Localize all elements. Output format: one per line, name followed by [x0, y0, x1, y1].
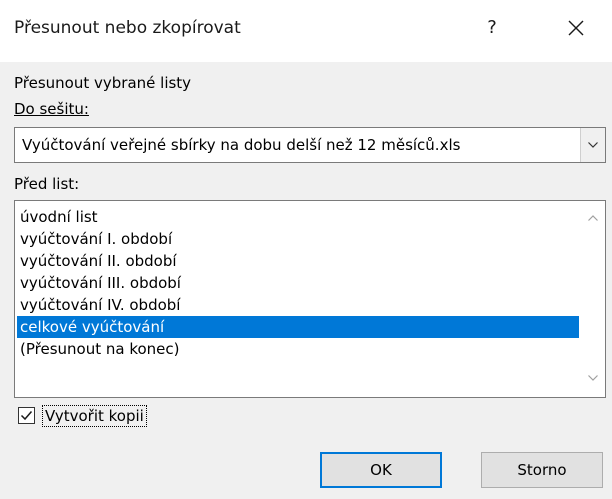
close-icon — [568, 20, 584, 36]
workbook-dropdown-button[interactable] — [580, 128, 605, 162]
chevron-down-icon — [588, 142, 598, 148]
create-copy-label[interactable]: Vytvořit kopii — [42, 405, 147, 427]
ok-button[interactable]: OK — [320, 452, 442, 488]
workbook-select-value: Vyúčtování veřejné sbírky na dobu delší … — [22, 136, 461, 154]
workbook-select[interactable]: Vyúčtování veřejné sbírky na dobu delší … — [14, 127, 606, 163]
list-item[interactable]: vyúčtování II. období — [17, 250, 579, 272]
close-button[interactable] — [556, 10, 596, 46]
list-item[interactable]: vyúčtování III. období — [17, 272, 579, 294]
list-item[interactable]: (Přesunout na konec) — [17, 338, 579, 360]
workbook-label-text: Do sešitu: — [14, 100, 89, 118]
sheet-list: úvodní list vyúčtování I. období vyúčtov… — [17, 206, 579, 360]
list-item-selected[interactable]: celkové vyúčtování — [17, 316, 579, 338]
title-bar: Přesunout nebo zkopírovat ? — [0, 0, 612, 62]
help-button[interactable]: ? — [474, 10, 510, 46]
list-item[interactable]: úvodní list — [17, 206, 579, 228]
chevron-down-icon[interactable] — [588, 375, 598, 381]
vertical-scrollbar[interactable] — [581, 201, 605, 397]
before-sheet-label: Před list: — [14, 175, 80, 193]
list-item[interactable]: vyúčtování IV. období — [17, 294, 579, 316]
cancel-button[interactable]: Storno — [481, 452, 603, 488]
move-copy-dialog: Přesunout nebo zkopírovat ? Přesunout vy… — [0, 0, 612, 499]
sheet-listbox[interactable]: úvodní list vyúčtování I. období vyúčtov… — [14, 200, 606, 398]
checkmark-icon — [20, 411, 33, 421]
list-item[interactable]: vyúčtování I. období — [17, 228, 579, 250]
workbook-label: Do sešitu: — [14, 100, 89, 118]
create-copy-checkbox[interactable] — [18, 407, 35, 424]
move-heading: Přesunout vybrané listy — [14, 74, 192, 92]
dialog-title: Přesunout nebo zkopírovat — [14, 18, 241, 38]
chevron-up-icon[interactable] — [588, 215, 598, 221]
